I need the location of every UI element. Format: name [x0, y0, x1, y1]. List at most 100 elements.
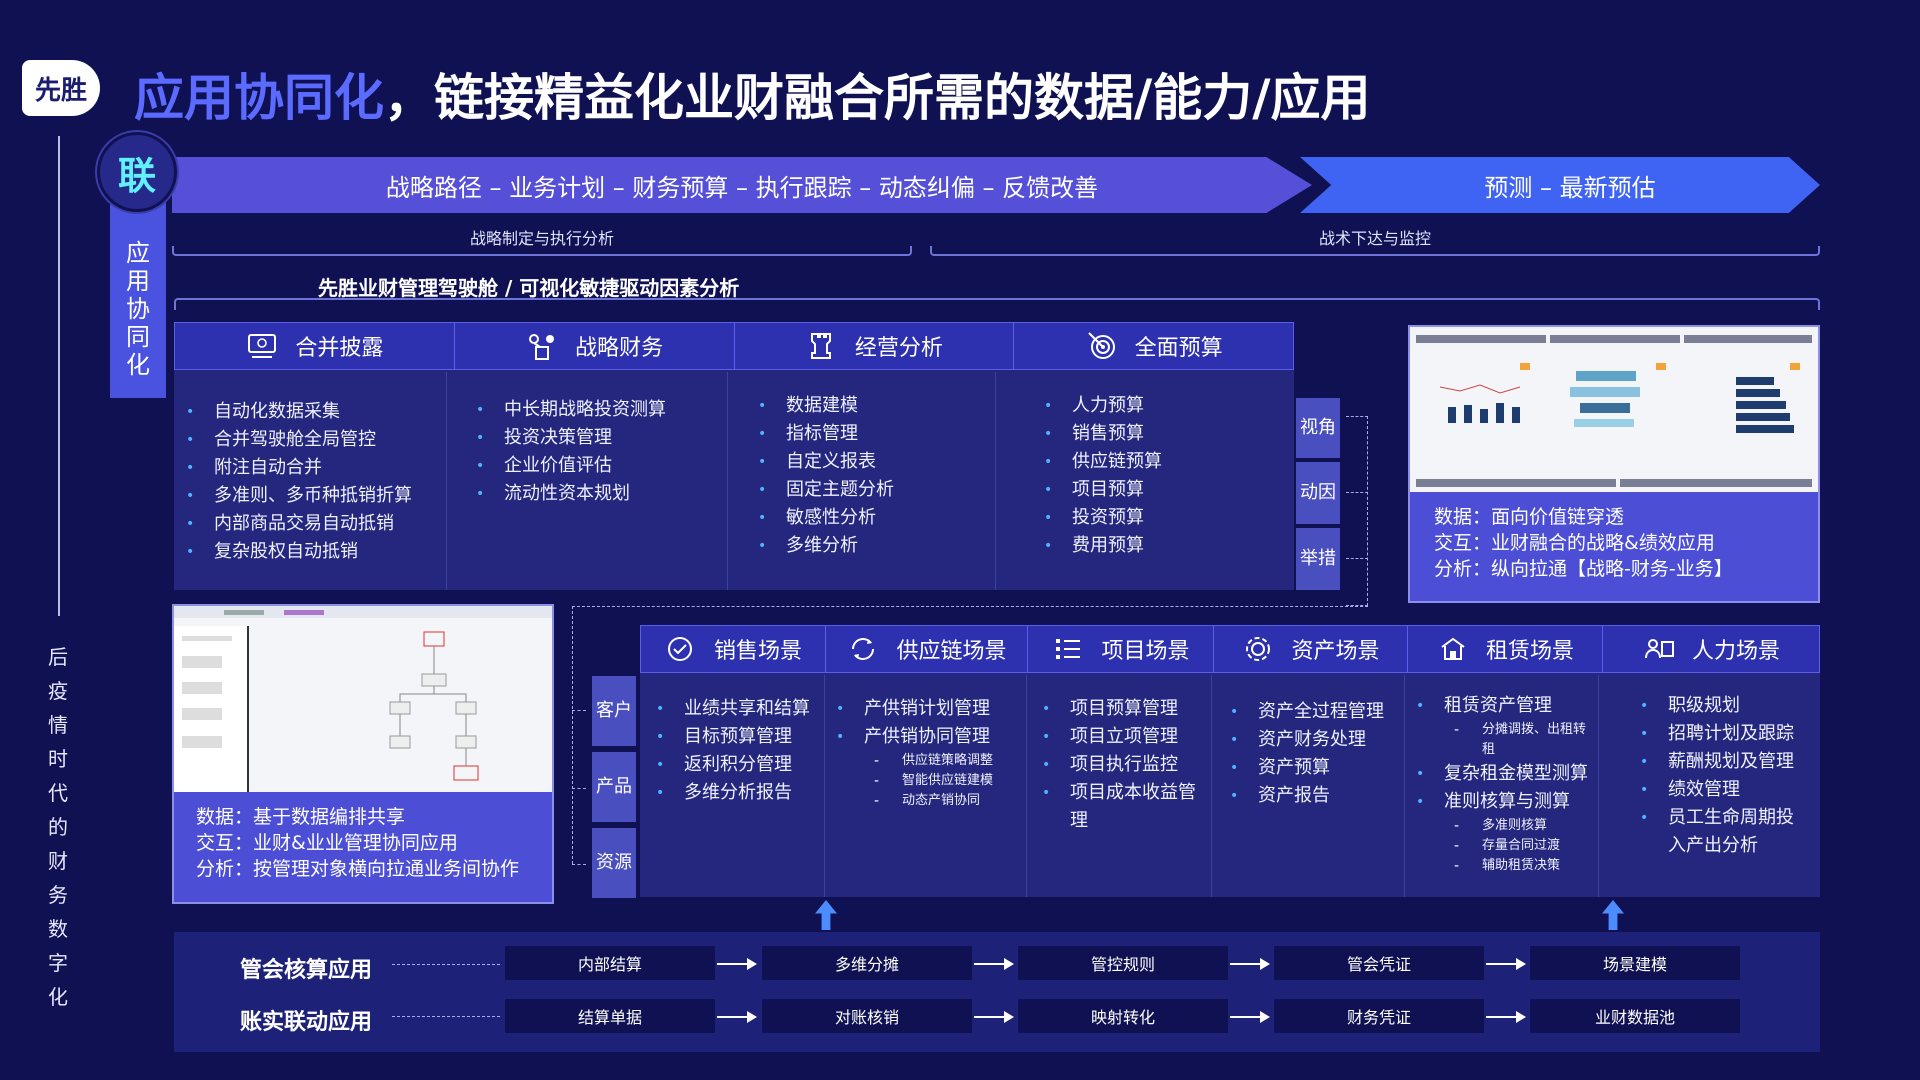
list-item: 复杂租金模型测算 [1416, 760, 1598, 788]
arrow-right-icon [1486, 958, 1526, 970]
strategy-path-arrow: 战略路径 – 业务计划 – 财务预算 – 执行跟踪 – 动态纠偏 – 反馈改善 [172, 157, 1312, 213]
list-item-label: 项目成本收益管理 [1070, 782, 1196, 831]
supply-icon [846, 634, 880, 664]
page-title: 应用协同化，链接精益化业财融合所需的数据/能力/应用 [134, 69, 1371, 127]
list-item: 人力预算 [1044, 392, 1162, 420]
sub-list-item: 存量合同过渡 [1454, 836, 1598, 856]
list-item: 合并驾驶舱全局管控 [186, 426, 412, 454]
list-item: 产供销计划管理 [836, 695, 1022, 723]
divider [824, 675, 825, 897]
list-item: 固定主题分析 [758, 476, 894, 504]
side-vertical-text: 后疫情时代的财务数字化 [46, 640, 70, 1014]
scene-tab-lease[interactable]: 租赁场景 [1408, 626, 1603, 672]
list-item: 投资预算 [1044, 504, 1162, 532]
list-item: 产供销协同管理供应链策略调整智能供应链建模动态产销协同 [836, 723, 1022, 811]
divider [995, 372, 996, 590]
list-item-label: 产供销协同管理 [864, 726, 990, 747]
list-item: 多维分析 [758, 532, 894, 560]
module-tab-budget[interactable]: 全面预算 [1014, 323, 1293, 369]
flow-step: 映射转化 [1018, 999, 1228, 1033]
forecast-arrow: 预测 – 最新预估 [1300, 157, 1820, 213]
tag-resource: 资源 [592, 828, 636, 898]
side-char: 字 [48, 951, 68, 975]
top-module-header: 合并披露 战略财务 经营分析 全面预算 [174, 322, 1294, 370]
divider [727, 372, 728, 590]
scene-tab-asset[interactable]: 资产场景 [1214, 626, 1408, 672]
list-item: 费用预算 [1044, 532, 1162, 560]
brace-left [172, 246, 912, 256]
scene-tab-hr[interactable]: 人力场景 [1603, 626, 1819, 672]
list-item-label: 多维分析报告 [684, 782, 792, 803]
up-arrow-icon [1602, 900, 1624, 930]
dashed-connector [392, 1016, 500, 1017]
sub-list-item: 多准则核算 [1454, 816, 1598, 836]
flow-step: 场景建模 [1530, 946, 1740, 980]
dashed-connector [572, 606, 573, 864]
app-sync-char: 同 [126, 323, 150, 351]
divider [1211, 675, 1212, 897]
module-tab-analysis[interactable]: 经营分析 [735, 323, 1015, 369]
sub-list: 分摊调拨、出租转租 [1444, 720, 1598, 760]
asset-icon [1241, 634, 1275, 664]
list-item: 职级规划 [1640, 692, 1810, 720]
list-item-label: 项目预算管理 [1070, 698, 1178, 719]
module-title: 经营分析 [854, 336, 943, 361]
flow-step: 结算单据 [505, 999, 715, 1033]
side-char: 财 [48, 849, 68, 873]
flow-step: 多维分摊 [762, 946, 972, 980]
flow-step: 对账核销 [762, 999, 972, 1033]
scene-title: 资产场景 [1291, 639, 1380, 664]
list-item-label: 项目立项管理 [1070, 726, 1178, 747]
arrow-right-icon [717, 1011, 757, 1023]
list-item: 资产全过程管理 [1230, 698, 1402, 726]
list-item-label: 招聘计划及跟踪 [1668, 723, 1794, 744]
list-item-label: 绩效管理 [1668, 779, 1740, 800]
sub-list-item: 分摊调拨、出租转租 [1454, 720, 1598, 760]
scene-tab-sales[interactable]: 销售场景 [641, 626, 826, 672]
module-tab-consolidation[interactable]: 合并披露 [175, 323, 455, 369]
dashboard-frame [1408, 325, 1820, 603]
list-item: 销售预算 [1044, 420, 1162, 448]
scene-list-hr: 职级规划招聘计划及跟踪薪酬规划及管理绩效管理员工生命周期投入产出分析 [1640, 692, 1810, 860]
scene-tab-project[interactable]: 项目场景 [1028, 626, 1214, 672]
dashed-connector [1346, 492, 1368, 493]
dashed-connector [572, 606, 1368, 607]
module-list-strategy: 中长期战略投资测算投资决策管理企业价值评估流动性资本规划 [476, 396, 666, 508]
module-tab-strategy[interactable]: 战略财务 [455, 323, 735, 369]
list-item: 复杂股权自动抵销 [186, 538, 412, 566]
tag-customer: 客户 [592, 676, 636, 746]
module-list-budget: 人力预算销售预算供应链预算项目预算投资预算费用预算 [1044, 392, 1162, 560]
list-item: 指标管理 [758, 420, 894, 448]
lease-icon [1436, 634, 1470, 664]
list-item: 资产报告 [1230, 782, 1402, 810]
list-item: 中长期战略投资测算 [476, 396, 666, 424]
app-sync-char: 协 [126, 295, 150, 323]
dashed-connector [572, 710, 586, 711]
list-item: 目标预算管理 [656, 723, 824, 751]
tag-action: 举措 [1296, 528, 1340, 590]
divider [1026, 675, 1027, 897]
list-item: 敏感性分析 [758, 504, 894, 532]
module-title: 合并披露 [295, 336, 384, 361]
list-item: 供应链预算 [1044, 448, 1162, 476]
flow-frame [172, 604, 554, 904]
list-item-label: 租赁资产管理 [1444, 695, 1552, 716]
flow-step: 管控规则 [1018, 946, 1228, 980]
list-item-label: 返利积分管理 [684, 754, 792, 775]
side-char: 后 [48, 645, 68, 669]
strategy-icon [525, 331, 559, 361]
list-item: 资产财务处理 [1230, 726, 1402, 754]
scene-tab-supply[interactable]: 供应链场景 [826, 626, 1028, 672]
list-item: 数据建模 [758, 392, 894, 420]
side-char: 时 [48, 747, 68, 771]
list-item-label: 资产报告 [1258, 785, 1330, 806]
arrow-right-icon [717, 958, 757, 970]
scene-title: 供应链场景 [896, 639, 1007, 664]
row-label-mgmt: 管会核算应用 [240, 958, 373, 983]
list-item: 招聘计划及跟踪 [1640, 720, 1810, 748]
sub-list: 供应链策略调整智能供应链建模动态产销协同 [864, 751, 1022, 811]
sub-list-item: 供应链策略调整 [874, 751, 1022, 771]
side-divider [58, 136, 60, 616]
flow-step: 内部结算 [505, 946, 715, 980]
list-item-label: 职级规划 [1668, 695, 1740, 716]
